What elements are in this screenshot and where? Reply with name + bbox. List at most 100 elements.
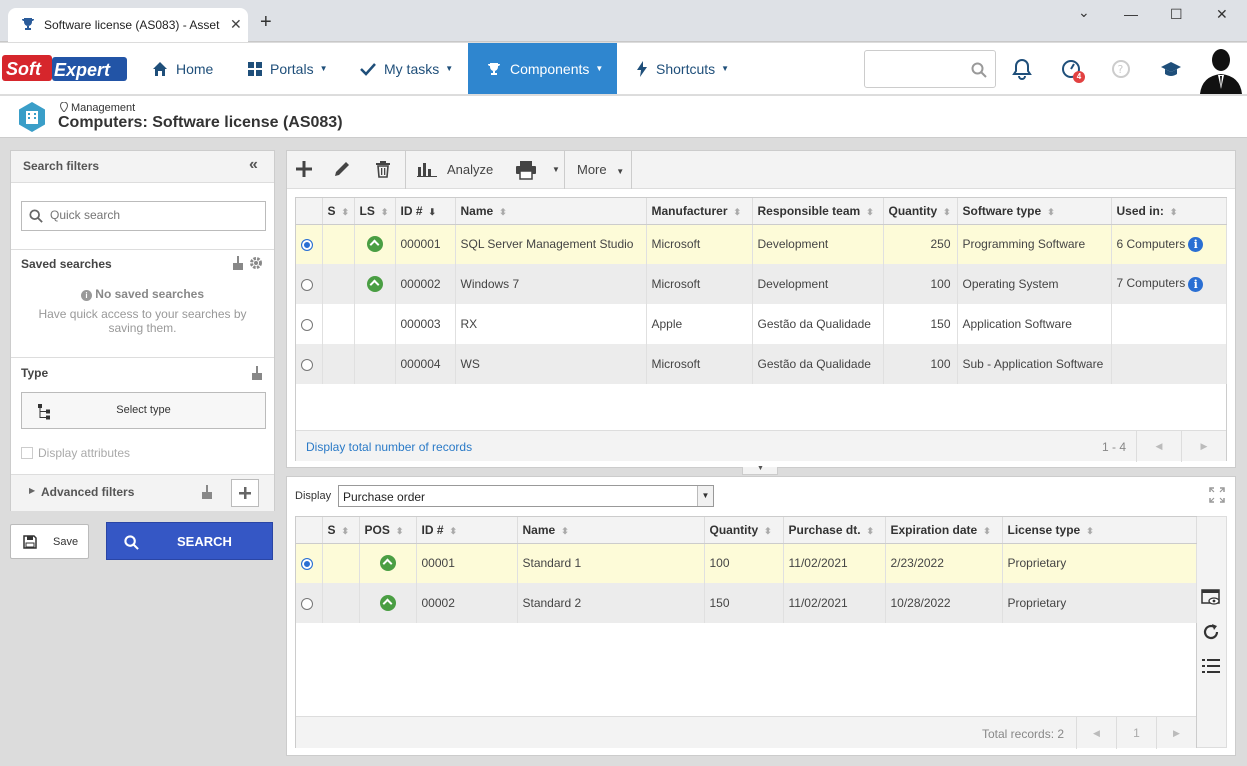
new-tab-button[interactable]: + <box>260 12 272 32</box>
info-icon[interactable]: i <box>1188 276 1204 292</box>
sort-icon: ⬍ <box>561 525 569 536</box>
collapse-panel-icon[interactable]: « <box>249 156 258 174</box>
list-icon[interactable] <box>1202 657 1220 675</box>
broom-icon[interactable] <box>232 256 244 270</box>
search-label: SEARCH <box>177 534 232 549</box>
refresh-icon[interactable] <box>1202 623 1220 641</box>
id-cell: 000004 <box>395 344 456 384</box>
display-attributes-label: Display attributes <box>38 446 131 460</box>
breadcrumb-parent[interactable]: Management <box>59 101 135 114</box>
save-button[interactable]: Save <box>10 524 89 559</box>
column-header-name[interactable]: Name ⬍ <box>517 517 705 544</box>
info-icon[interactable]: i <box>1188 236 1204 252</box>
chevron-down-icon: ▼ <box>319 64 328 73</box>
table-row[interactable]: 00001 Standard 1 100 11/02/2021 2/23/202… <box>296 543 1197 583</box>
row-radio[interactable] <box>301 318 313 331</box>
panel-splitter[interactable]: ▼ <box>742 465 778 475</box>
window-close-icon[interactable]: ✕ <box>1216 6 1228 23</box>
column-header-used-in[interactable]: Used in: ⬍ <box>1111 198 1227 225</box>
next-page-button[interactable]: ▶ <box>1181 431 1226 462</box>
quick-search-input[interactable] <box>50 208 250 222</box>
more-button[interactable]: More ▼ <box>577 162 624 177</box>
column-header-license-type[interactable]: License type ⬍ <box>1002 517 1197 544</box>
display-total-records-link[interactable]: Display total number of records <box>306 440 472 454</box>
gear-icon[interactable] <box>249 256 263 270</box>
softexpert-logo[interactable]: Soft Expert <box>2 55 128 83</box>
advanced-filters-bar[interactable]: ▶ Advanced filters <box>11 475 274 511</box>
restore-icon[interactable]: — <box>1124 6 1138 22</box>
column-header-responsible-team[interactable]: Responsible team ⬍ <box>752 198 884 225</box>
check-icon <box>360 62 376 76</box>
column-header-name[interactable]: Name ⬍ <box>455 198 647 225</box>
help-icon[interactable]: ? <box>1110 58 1132 80</box>
analyze-button[interactable]: Analyze <box>417 151 499 189</box>
nav-home[interactable]: Home <box>152 43 213 94</box>
prev-page-button[interactable]: ◀ <box>1136 431 1181 462</box>
global-search-input[interactable] <box>864 50 996 88</box>
close-tab-icon[interactable]: ✕ <box>230 16 242 33</box>
browser-tab[interactable]: Software license (AS083) - Asset ✕ <box>8 8 248 42</box>
quick-search-field[interactable] <box>21 201 266 231</box>
status-cell <box>322 304 355 344</box>
column-header-purchase-date[interactable]: Purchase dt. ⬍ <box>783 517 886 544</box>
row-radio[interactable] <box>301 278 313 291</box>
table-row[interactable]: 00002 Standard 2 150 11/02/2021 10/28/20… <box>296 583 1197 623</box>
table-row[interactable]: 000002 Windows 7 Microsoft Development 1… <box>296 264 1227 304</box>
position-status-icon <box>379 595 396 611</box>
column-header-software-type[interactable]: Software type ⬍ <box>957 198 1112 225</box>
search-filters-header: Search filters « <box>11 151 274 183</box>
bell-icon[interactable] <box>1011 58 1033 80</box>
column-header-ls[interactable]: LS ⬍ <box>354 198 396 225</box>
edit-icon[interactable] <box>333 160 351 178</box>
search-button[interactable]: SEARCH <box>106 522 273 560</box>
avatar[interactable] <box>1196 43 1246 94</box>
column-header-quantity[interactable]: Quantity ⬍ <box>704 517 784 544</box>
column-header-s[interactable]: S ⬍ <box>322 517 360 544</box>
column-header-id[interactable]: ID # ⬍ <box>416 517 518 544</box>
nav-my-tasks[interactable]: My tasks ▼ <box>360 43 453 94</box>
row-radio[interactable] <box>301 239 313 252</box>
maximize-icon[interactable]: ☐ <box>1170 6 1183 23</box>
broom-icon[interactable] <box>201 485 213 499</box>
print-dropdown-caret[interactable]: ▼ <box>552 165 560 174</box>
table-row[interactable]: 000001 SQL Server Management Studio Micr… <box>296 224 1227 264</box>
column-header-s[interactable]: S ⬍ <box>322 198 355 225</box>
license-status-icon <box>366 276 383 292</box>
trash-icon[interactable] <box>374 160 392 178</box>
select-type-button[interactable]: Select type <box>21 392 266 429</box>
software-type-cell: Programming Software <box>957 224 1112 264</box>
table-row[interactable]: 000003 RX Apple Gestão da Qualidade 150 … <box>296 304 1227 344</box>
display-attributes-checkbox[interactable] <box>21 447 33 459</box>
quantity-cell: 150 <box>704 583 784 623</box>
expiration-date-cell: 10/28/2022 <box>885 583 1003 623</box>
graduation-cap-icon[interactable] <box>1160 58 1182 80</box>
id-cell: 00002 <box>416 583 518 623</box>
svg-text:Expert: Expert <box>54 60 111 80</box>
column-header-expiration-date[interactable]: Expiration date ⬍ <box>885 517 1003 544</box>
expand-icon[interactable] <box>1209 487 1225 503</box>
software-type-cell: Sub - Application Software <box>957 344 1112 384</box>
nav-portals[interactable]: Portals ▼ <box>248 43 328 94</box>
column-header-manufacturer[interactable]: Manufacturer ⬍ <box>646 198 753 225</box>
prev-page-button[interactable]: ◀ <box>1076 717 1116 749</box>
column-header-id[interactable]: ID # ⬇ <box>395 198 456 225</box>
view-record-icon[interactable] <box>1201 589 1221 607</box>
add-icon[interactable] <box>295 160 313 178</box>
row-radio[interactable] <box>301 558 313 571</box>
table-row[interactable]: 000004 WS Microsoft Gestão da Qualidade … <box>296 344 1227 384</box>
print-icon[interactable] <box>515 160 537 180</box>
minimize-icon[interactable]: ⌄ <box>1078 4 1090 21</box>
next-page-button[interactable]: ▶ <box>1156 717 1196 749</box>
add-filter-button[interactable] <box>231 479 259 507</box>
nav-components[interactable]: Components ▼ <box>468 43 617 94</box>
chevron-right-icon: ▶ <box>29 486 36 495</box>
row-radio[interactable] <box>301 597 313 610</box>
column-header-quantity[interactable]: Quantity ⬍ <box>883 198 958 225</box>
license-status-cell <box>354 344 396 384</box>
column-header-pos[interactable]: POS ⬍ <box>359 517 417 544</box>
chevron-down-icon: ▼ <box>757 465 764 472</box>
nav-shortcuts[interactable]: Shortcuts ▼ <box>636 43 729 94</box>
row-radio[interactable] <box>301 358 313 371</box>
display-select[interactable]: Purchase order ▼ <box>338 485 714 507</box>
broom-icon[interactable] <box>251 366 263 380</box>
